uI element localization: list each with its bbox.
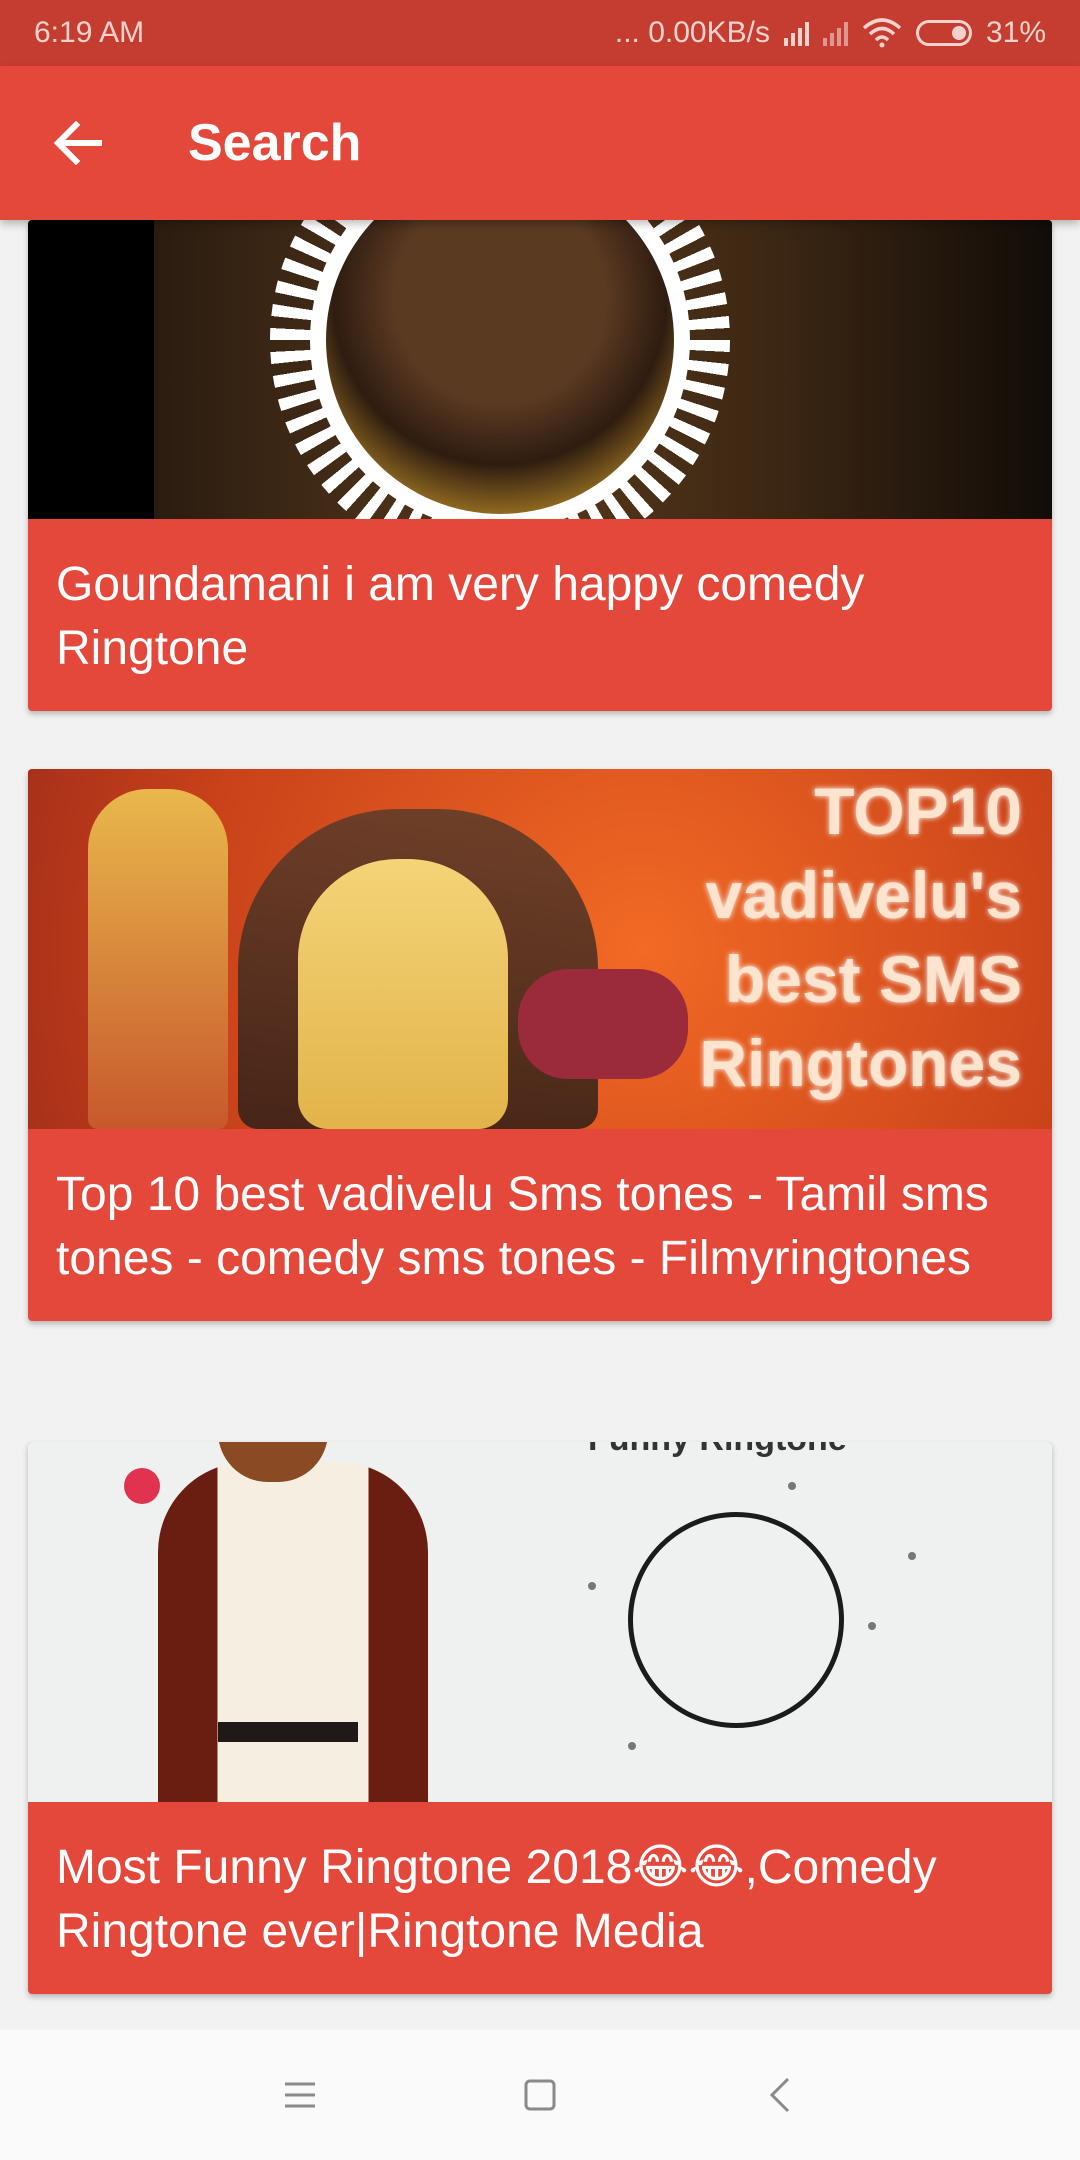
thumbnail-caption: TOP10 vadivelu's best SMS Ringtones bbox=[699, 774, 1022, 1100]
result-title: Most Funny Ringtone 2018😂😂,Comedy Ringto… bbox=[56, 1841, 937, 1958]
result-card[interactable]: Goundamani i am very happy comedy Ringto… bbox=[28, 220, 1052, 711]
home-icon[interactable] bbox=[510, 2065, 570, 2125]
result-thumbnail: TOP10 vadivelu's best SMS Ringtones bbox=[28, 769, 1052, 1129]
thumbnail-caption: Funny Ringtone bbox=[588, 1442, 847, 1459]
menu-icon[interactable] bbox=[270, 2065, 330, 2125]
wifi-icon bbox=[862, 18, 902, 48]
network-speed: ... 0.00KB/s bbox=[614, 16, 770, 49]
status-bar: 6:19 AM ... 0.00KB/s 31% bbox=[0, 0, 1080, 66]
page-title: Search bbox=[188, 114, 362, 172]
result-thumbnail: Funny Ringtone bbox=[28, 1442, 1052, 1802]
arrow-left-icon[interactable] bbox=[48, 113, 108, 173]
battery-percent: 31% bbox=[985, 16, 1046, 49]
result-title: Goundamani i am very happy comedy Ringto… bbox=[56, 558, 865, 675]
status-icons: ... 0.00KB/s 31% bbox=[615, 16, 1046, 50]
app-bar: Search bbox=[0, 66, 1080, 220]
signal-icon bbox=[783, 20, 809, 46]
signal-icon bbox=[822, 20, 848, 46]
result-card[interactable]: Funny Ringtone Most Funny Ringtone 2018😂… bbox=[28, 1442, 1052, 1994]
navigation-bar bbox=[0, 2030, 1080, 2160]
back-icon[interactable] bbox=[750, 2065, 810, 2125]
result-card[interactable]: TOP10 vadivelu's best SMS Ringtones Top … bbox=[28, 769, 1052, 1321]
status-time: 6:19 AM bbox=[34, 16, 145, 49]
battery-icon bbox=[915, 20, 972, 46]
result-thumbnail bbox=[28, 220, 1052, 519]
search-results[interactable]: Goundamani i am very happy comedy Ringto… bbox=[0, 220, 1080, 2030]
result-title: Top 10 best vadivelu Sms tones - Tamil s… bbox=[56, 1168, 989, 1285]
